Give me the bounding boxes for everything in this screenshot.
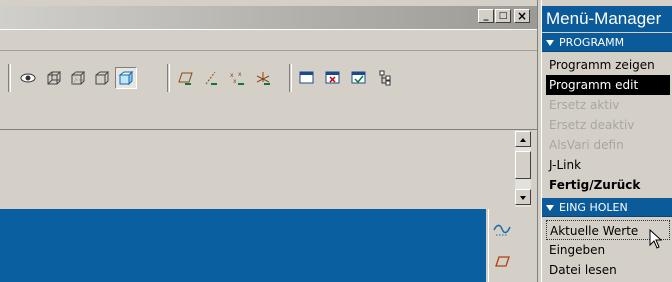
svg-text:x: x (238, 71, 242, 78)
no-hidden-cube-icon[interactable] (91, 67, 113, 89)
side-toolbar (488, 209, 514, 282)
hidden-line-cube-icon[interactable] (67, 67, 89, 89)
view-toolbar-group (15, 64, 165, 94)
shaded-cube-icon[interactable] (115, 67, 137, 89)
menu-item-alsvari-defin: AlsVari defin (549, 138, 624, 152)
datum-toolbar-group: xxx (172, 64, 287, 94)
section-header-label: PROGRAMM (559, 36, 625, 49)
window-toolbar-group (294, 64, 394, 94)
datum-curve-icon[interactable] (492, 221, 512, 241)
message-scrollbar[interactable] (515, 131, 531, 207)
menu-item-ersetz-deaktiv: Ersetz deaktiv (549, 118, 635, 132)
maximize-button[interactable]: □ (495, 9, 511, 23)
close-window-icon[interactable] (322, 67, 344, 89)
collapse-triangle-icon (546, 40, 554, 46)
scroll-down-button[interactable] (515, 189, 531, 205)
secondary-toolbar-strip (0, 100, 537, 130)
mouse-pointer-icon (649, 229, 663, 249)
minimize-button[interactable]: _ (478, 9, 494, 23)
window-titlebar[interactable]: _ □ × (0, 6, 537, 29)
datum-axis-icon[interactable] (200, 67, 222, 89)
message-area (0, 131, 513, 209)
section-header-programm[interactable]: PROGRAMM (542, 33, 672, 52)
scroll-up-button[interactable] (515, 131, 531, 147)
menu-item-ersetz-aktiv: Ersetz aktiv (549, 98, 620, 112)
toolbar-separator (289, 64, 292, 92)
scroll-thumb[interactable] (515, 151, 531, 179)
menu-bar (0, 29, 537, 51)
application-window: _ □ × x x x (0, 0, 537, 282)
activate-window-icon[interactable] (348, 67, 370, 89)
model-tree-icon[interactable] (374, 67, 396, 89)
datum-point-icon[interactable]: xxx (226, 67, 248, 89)
toolbar-separator (167, 64, 170, 92)
sketch-plane-icon[interactable] (492, 253, 512, 273)
main-toolbar: xxx (0, 54, 537, 100)
close-button[interactable]: × (514, 9, 530, 23)
menu-item-programm-zeigen[interactable]: Programm zeigen (546, 55, 670, 75)
menu-item-datei-lesen[interactable]: Datei lesen (546, 260, 670, 280)
toolbar-separator (8, 64, 11, 92)
menu-item-fertig-zurueck[interactable]: Fertig/Zurück (546, 175, 670, 195)
wireframe-cube-icon[interactable] (43, 67, 65, 89)
datum-plane-icon[interactable] (174, 67, 196, 89)
graphics-viewport[interactable] (0, 209, 486, 282)
menu-manager-title: Menü-Manager (542, 6, 672, 32)
menu-item-programm-edit[interactable]: Programm edit (546, 75, 670, 95)
collapse-triangle-icon (546, 205, 554, 211)
window-icon[interactable] (296, 67, 318, 89)
section-header-label: EING HOLEN (559, 201, 628, 214)
menu-item-j-link[interactable]: J-Link (546, 155, 670, 175)
section-header-eing-holen[interactable]: EING HOLEN (542, 198, 672, 217)
svg-text:x: x (233, 78, 237, 85)
coordinate-system-icon[interactable] (252, 67, 274, 89)
view-eye-icon[interactable] (17, 67, 39, 89)
